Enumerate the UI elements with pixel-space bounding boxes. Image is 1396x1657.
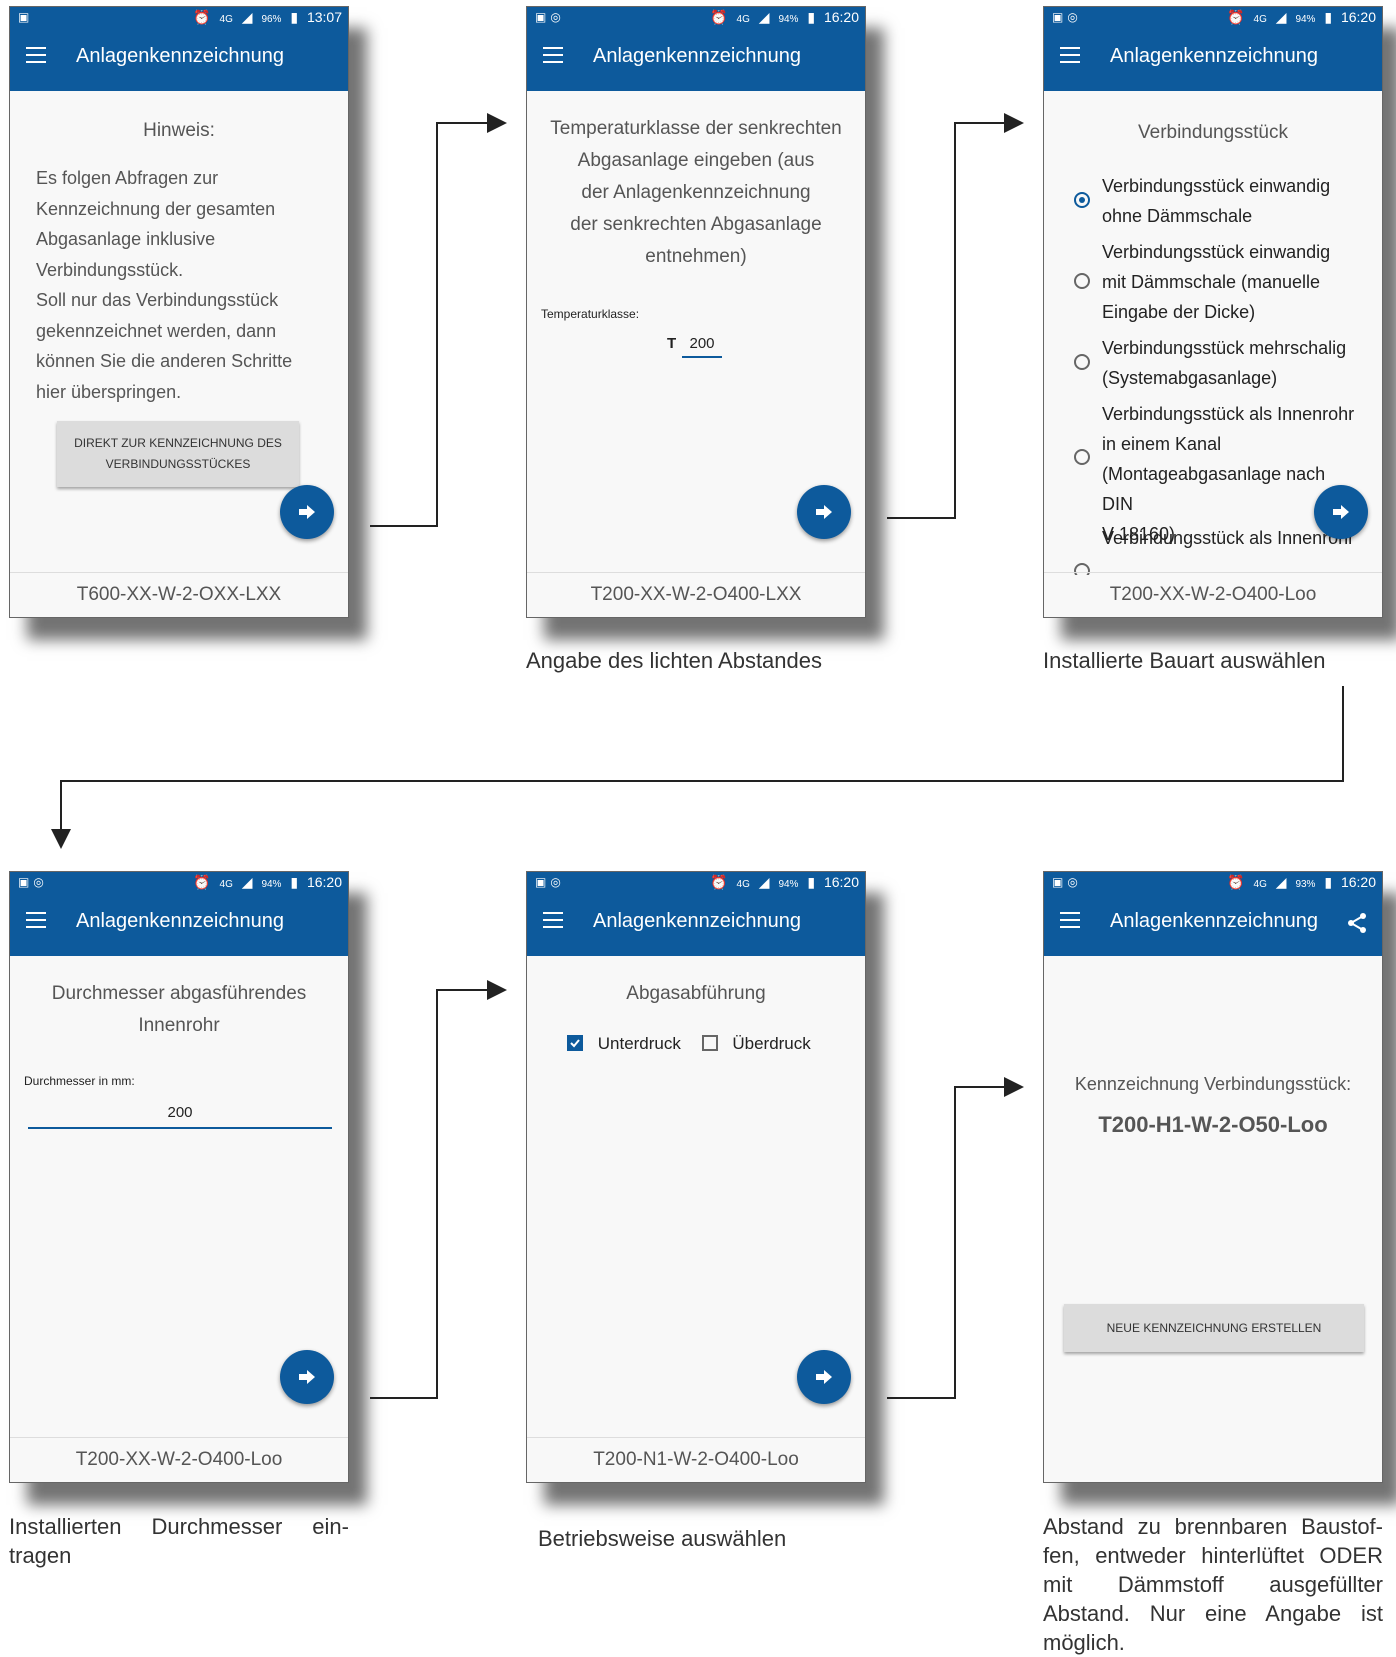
connector-arrow-1-to-2	[370, 113, 507, 527]
flow-connectors	[51, 113, 1344, 1399]
connector-arrow-3-to-4	[51, 686, 1344, 849]
connector-arrow-5-to-6	[887, 1077, 1024, 1399]
connector-arrow-4-to-5	[370, 980, 507, 1399]
connector-arrow-2-to-3	[887, 113, 1024, 519]
